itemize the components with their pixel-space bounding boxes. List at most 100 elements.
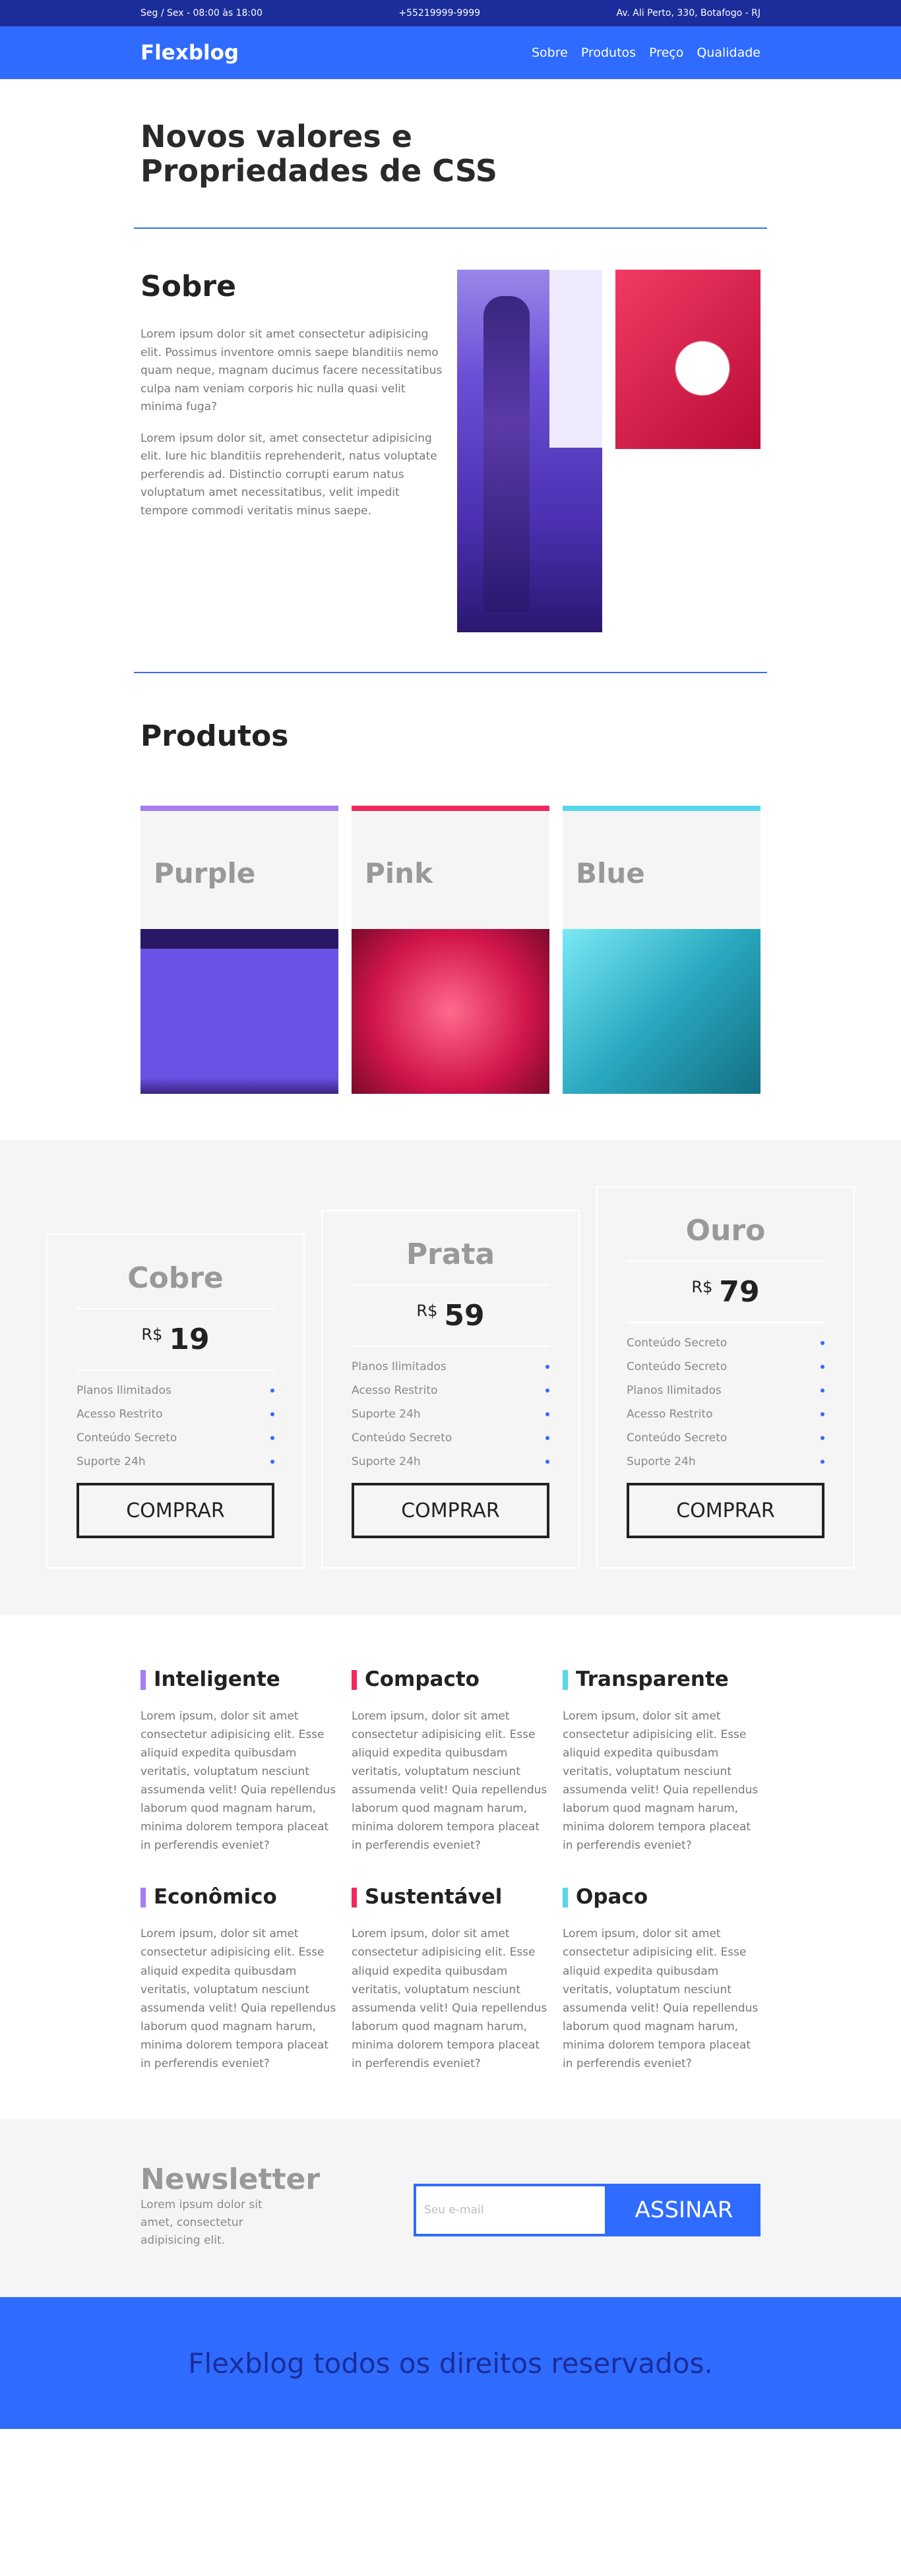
precos-section: Cobre R$ 19 Planos Ilimitados Acesso Rest…	[0, 1140, 901, 1615]
feature-inteligente: Inteligente Lorem ipsum, dolor sit amet …	[140, 1667, 338, 1855]
plan-card-prata: Prata R$ 59 Planos Ilimitados Acesso Rest…	[321, 1210, 580, 1569]
plan-price: R$ 59	[352, 1286, 549, 1348]
product-image	[140, 929, 338, 1094]
product-card-blue[interactable]: Blue	[563, 806, 761, 1094]
plan-price-value: 79	[719, 1275, 760, 1309]
plan-card-ouro: Ouro R$ 79 Conteúdo Secreto Conteúdo Secr…	[596, 1186, 855, 1569]
sobre-paragraph-2: Lorem ipsum dolor sit, amet consectetur …	[140, 431, 437, 518]
plan-price-value: 19	[169, 1323, 210, 1357]
plan-feature-label: Suporte 24h	[352, 1408, 421, 1422]
sobre-section: Sobre Lorem ipsum dolor sit amet consect…	[0, 229, 901, 672]
plan-feature-label: Planos Ilimitados	[352, 1360, 447, 1374]
plan-currency: R$	[141, 1325, 163, 1344]
feature-text: Lorem ipsum, dolor sit amet consectetur …	[352, 1710, 547, 1853]
sobre-title: Sobre	[140, 270, 236, 304]
plan-feature-label: Conteúdo Secreto	[627, 1360, 728, 1374]
buy-button-cobre[interactable]: COMPRAR	[77, 1483, 274, 1539]
product-image	[563, 929, 761, 1094]
plan-feature: Suporte 24h	[627, 1450, 824, 1474]
plan-price: R$ 79	[627, 1262, 824, 1324]
feature-compacto: Compacto Lorem ipsum, dolor sit amet con…	[352, 1667, 549, 1855]
bullet-icon	[270, 1389, 274, 1393]
sobre-images	[457, 270, 761, 633]
feature-text: Lorem ipsum, dolor sit amet consectetur …	[140, 1710, 336, 1853]
main-nav: Sobre Produtos Preço Qualidade	[532, 45, 761, 60]
buy-button-ouro[interactable]: COMPRAR	[627, 1483, 824, 1539]
plan-card-cobre: Cobre R$ 19 Planos Ilimitados Acesso Rest…	[46, 1234, 305, 1569]
plan-feature: Planos Ilimitados	[352, 1355, 549, 1379]
plan-feature-label: Conteúdo Secreto	[627, 1431, 728, 1445]
bullet-icon	[821, 1341, 824, 1346]
plan-feature-label: Conteúdo Secreto	[352, 1431, 452, 1445]
plan-currency: R$	[416, 1302, 438, 1321]
plan-feature: Conteúdo Secreto	[627, 1426, 824, 1450]
plan-price: R$ 19	[77, 1309, 274, 1371]
bullet-icon	[545, 1436, 549, 1441]
feature-text: Lorem ipsum, dolor sit amet consectetur …	[563, 1710, 759, 1853]
topbar: Seg / Sex - 08:00 às 18:00 +55219999-999…	[0, 0, 901, 26]
plan-feature: Conteúdo Secreto	[627, 1331, 824, 1355]
newsletter-section: Newsletter Lorem ipsum dolor sit amet, c…	[0, 2118, 901, 2298]
plan-feature-label: Acesso Restrito	[77, 1408, 163, 1422]
feature-title: Opaco	[563, 1885, 761, 1909]
site-footer: Flexblog todos os direitos reservados.	[0, 2297, 901, 2430]
bullet-icon	[545, 1460, 549, 1464]
feature-transparente: Transparente Lorem ipsum, dolor sit amet…	[563, 1667, 761, 1855]
hero-title-line1: Novos valores e	[140, 119, 412, 154]
plan-currency: R$	[691, 1278, 713, 1297]
sobre-paragraph-1: Lorem ipsum dolor sit amet consectetur a…	[140, 328, 443, 414]
bullet-icon	[545, 1389, 549, 1393]
topbar-hours: Seg / Sex - 08:00 às 18:00	[140, 8, 263, 18]
plan-feature: Acesso Restrito	[77, 1402, 274, 1426]
plan-feature: Planos Ilimitados	[77, 1379, 274, 1402]
bullet-icon	[821, 1365, 824, 1369]
feature-title: Sustentável	[352, 1885, 549, 1909]
product-image	[352, 929, 549, 1094]
product-card-purple[interactable]: Purple	[140, 806, 338, 1094]
buy-button-prata[interactable]: COMPRAR	[352, 1483, 549, 1539]
email-input[interactable]	[414, 2183, 607, 2236]
feature-title: Compacto	[352, 1667, 549, 1691]
feature-title: Econômico	[140, 1885, 338, 1909]
plan-features: Planos Ilimitados Acesso Restrito Suport…	[352, 1347, 549, 1474]
hero-title-line2: Propriedades de CSS	[140, 152, 498, 189]
plan-feature-label: Planos Ilimitados	[627, 1384, 722, 1398]
feature-opaco: Opaco Lorem ipsum, dolor sit amet consec…	[563, 1885, 761, 2072]
feature-text: Lorem ipsum, dolor sit amet consectetur …	[352, 1927, 547, 2070]
logo[interactable]: Flexblog	[140, 41, 239, 65]
plan-feature: Acesso Restrito	[627, 1402, 824, 1426]
bullet-icon	[545, 1412, 549, 1417]
sobre-text: Sobre Lorem ipsum dolor sit amet consect…	[140, 270, 444, 632]
plan-feature-label: Suporte 24h	[627, 1455, 696, 1469]
topbar-address: Av. Ali Perto, 330, Botafogo - RJ	[616, 8, 761, 18]
features-section: Inteligente Lorem ipsum, dolor sit amet …	[0, 1615, 901, 2119]
bullet-icon	[821, 1389, 824, 1393]
nav-link-qualidade[interactable]: Qualidade	[697, 45, 761, 60]
plan-price-value: 59	[444, 1299, 485, 1333]
product-card-pink[interactable]: Pink	[352, 806, 549, 1094]
product-label: Pink	[365, 857, 433, 890]
plan-name: Prata	[352, 1238, 549, 1286]
plan-feature: Conteúdo Secreto	[627, 1355, 824, 1379]
plan-feature-label: Conteúdo Secreto	[77, 1431, 177, 1445]
nav-link-preco[interactable]: Preço	[649, 45, 683, 60]
bullet-icon	[270, 1460, 274, 1464]
subscribe-button[interactable]: ASSINAR	[607, 2183, 761, 2236]
plan-feature: Suporte 24h	[77, 1450, 274, 1474]
plan-feature-label: Acesso Restrito	[627, 1408, 713, 1422]
nav-link-produtos[interactable]: Produtos	[581, 45, 636, 60]
newsletter-title: Newsletter	[140, 2162, 321, 2196]
footer-text: Flexblog todos os direitos reservados.	[188, 2347, 713, 2380]
hero-title: Novos valores e Propriedades de CSS	[140, 119, 761, 189]
feature-title: Inteligente	[140, 1667, 338, 1691]
feature-title: Transparente	[563, 1667, 761, 1691]
bullet-icon	[821, 1412, 824, 1417]
plan-feature: Suporte 24h	[352, 1450, 549, 1474]
sobre-image-hands	[615, 270, 761, 450]
bullet-icon	[270, 1436, 274, 1441]
bullet-icon	[821, 1436, 824, 1441]
nav-link-sobre[interactable]: Sobre	[532, 45, 568, 60]
product-label: Blue	[576, 857, 645, 890]
newsletter-info: Newsletter Lorem ipsum dolor sit amet, c…	[140, 2163, 320, 2250]
plan-feature-label: Planos Ilimitados	[77, 1384, 171, 1398]
